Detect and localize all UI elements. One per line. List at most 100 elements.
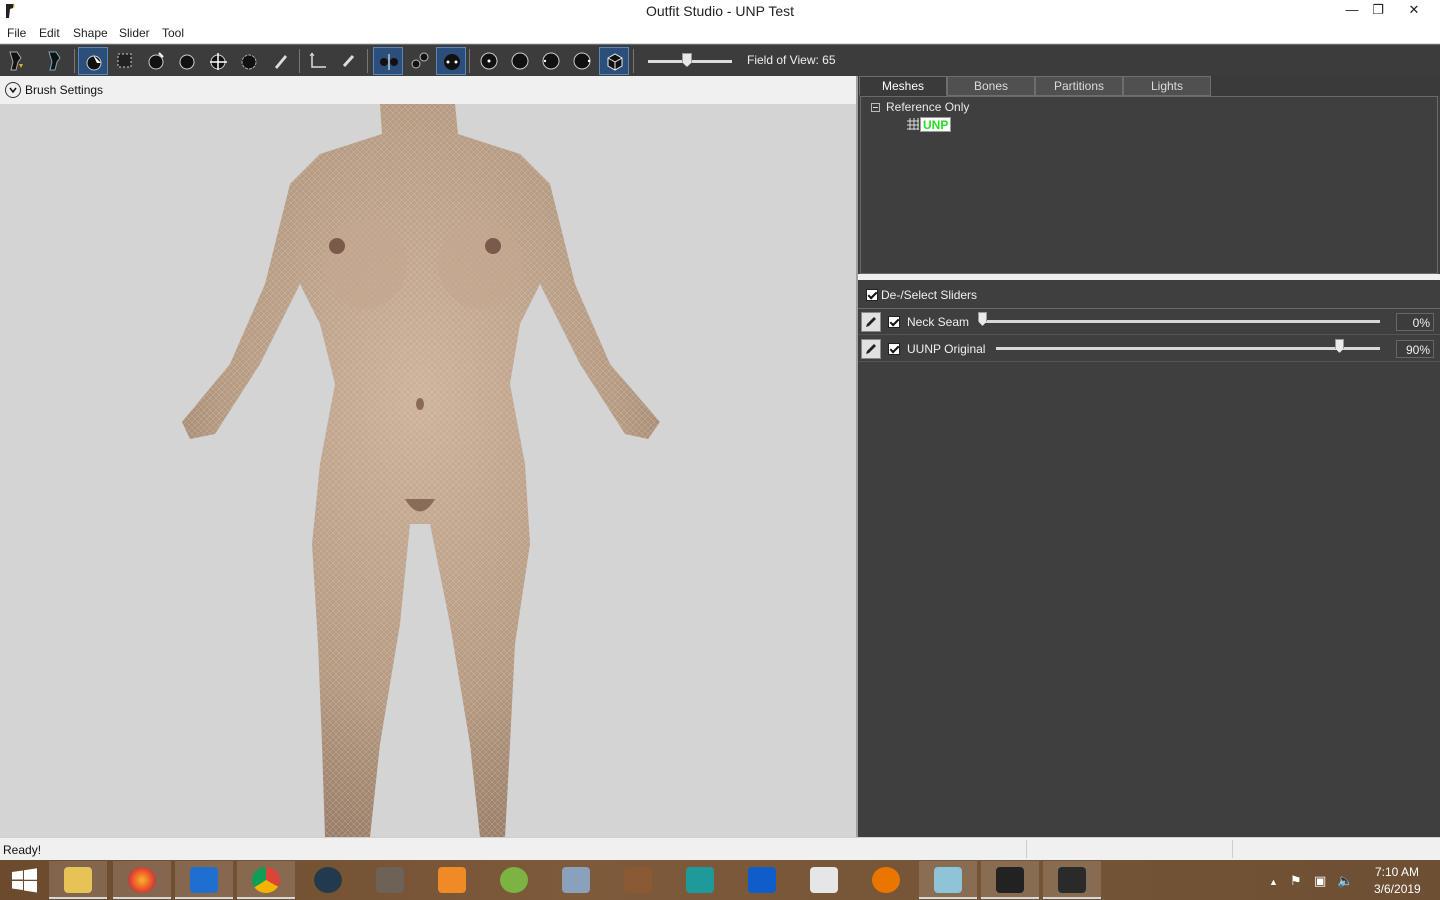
- firefox-icon: [128, 867, 156, 893]
- network-icon[interactable]: ▣: [1314, 873, 1326, 889]
- android-studio-icon: [500, 867, 528, 893]
- taskbar-3ds-max[interactable]: [671, 861, 729, 899]
- tree-collapse-toggle[interactable]: [871, 103, 880, 112]
- action-center-flag-icon[interactable]: ⚑: [1290, 873, 1302, 889]
- weight-view-button[interactable]: [567, 47, 597, 75]
- slider-header: De-/Select Sliders: [858, 281, 1440, 309]
- taskbar-nifskope[interactable]: [919, 861, 977, 899]
- tab-partitions[interactable]: Partitions: [1035, 76, 1123, 96]
- mesh-grid-icon: [907, 118, 919, 130]
- outfit-studio-icon: [996, 867, 1024, 893]
- taskbar-anvil[interactable]: [609, 861, 667, 899]
- deflate-brush-button[interactable]: [172, 47, 202, 75]
- taskbar-windows-defender[interactable]: [175, 861, 233, 899]
- tree-mesh-item[interactable]: UNP: [920, 117, 952, 132]
- tab-lights[interactable]: Lights: [1123, 76, 1211, 96]
- start-icon: [12, 868, 37, 893]
- taskbar-android-studio[interactable]: [485, 861, 543, 899]
- field-of-view-slider[interactable]: [646, 47, 734, 75]
- mask-brush-button[interactable]: [110, 47, 140, 75]
- menu-file[interactable]: File: [7, 26, 26, 40]
- menu-slider[interactable]: Slider: [119, 26, 150, 40]
- blender-icon: [872, 867, 900, 893]
- menu-edit[interactable]: Edit: [39, 26, 60, 40]
- taskbar-blender[interactable]: [857, 861, 915, 899]
- wireframe-icon: [480, 52, 498, 70]
- slider-track[interactable]: [980, 320, 1380, 323]
- taskbar-media-player[interactable]: [423, 861, 481, 899]
- system-tray: ▲ ⚑ ▣ 🔈 7:10 AM 3/6/2019: [1262, 860, 1440, 900]
- brush-settings-toggle[interactable]: [5, 82, 21, 98]
- smooth-brush-button[interactable]: [234, 47, 264, 75]
- status-bar: Ready!: [0, 837, 1440, 860]
- texture-button[interactable]: [599, 47, 629, 75]
- weight-brush-button[interactable]: [266, 47, 296, 75]
- taskbar-chrome[interactable]: [237, 861, 295, 899]
- transform-button[interactable]: [303, 47, 333, 75]
- volume-icon[interactable]: 🔈: [1337, 873, 1353, 889]
- close-button[interactable]: ✕: [1397, 0, 1431, 21]
- connected-only-icon: [411, 52, 429, 69]
- slider-row: UUNP Original 90%: [858, 336, 1440, 362]
- slider-enable-checkbox[interactable]: [888, 316, 900, 328]
- toolbar-separator: [299, 49, 300, 73]
- taskbar-outfit-studio[interactable]: [981, 861, 1039, 899]
- workspace-shape-button[interactable]: [41, 47, 71, 75]
- menu-shape[interactable]: Shape: [73, 26, 108, 40]
- tab-bones[interactable]: Bones: [947, 76, 1035, 96]
- tab-meshes[interactable]: Meshes: [859, 76, 947, 96]
- taskbar-firefox[interactable]: [113, 861, 171, 899]
- taskbar-outfit-studio-2[interactable]: [1043, 861, 1101, 899]
- mask-view-button[interactable]: [536, 47, 566, 75]
- inflate-brush-icon: [148, 52, 164, 70]
- taskbar-mb-tool[interactable]: [795, 861, 853, 899]
- slider-value-field[interactable]: 90%: [1396, 340, 1434, 358]
- tray-expand-icon[interactable]: ▲: [1269, 877, 1278, 887]
- slider-enable-checkbox[interactable]: [888, 343, 900, 355]
- lighting-button[interactable]: [505, 47, 535, 75]
- slider-thumb[interactable]: [1335, 339, 1344, 353]
- slider-thumb[interactable]: [978, 312, 987, 326]
- start-button[interactable]: [0, 860, 48, 900]
- select-all-sliders-label[interactable]: De-/Select Sliders: [881, 288, 977, 302]
- wireframe-button[interactable]: [474, 47, 504, 75]
- slider-edit-button[interactable]: [861, 312, 881, 332]
- smooth-brush-icon: [241, 54, 257, 70]
- virtualbox-icon: [562, 867, 590, 893]
- 3d-viewport[interactable]: [0, 104, 856, 837]
- slider-value-field[interactable]: 0%: [1396, 313, 1434, 331]
- taskbar-gimp[interactable]: [361, 861, 419, 899]
- taskbar-camera[interactable]: [299, 861, 357, 899]
- panel-splitter[interactable]: [858, 274, 1440, 280]
- restore-button[interactable]: ❐: [1361, 0, 1395, 21]
- tree-root-label[interactable]: Reference Only: [886, 100, 969, 114]
- global-collision-button[interactable]: [436, 47, 466, 75]
- select-brush-button[interactable]: [78, 47, 108, 75]
- mesh-tree[interactable]: Reference Only UNP: [860, 96, 1438, 274]
- slider-edit-button[interactable]: [861, 339, 881, 359]
- pencil-icon: [866, 344, 876, 354]
- field-of-view-thumb[interactable]: [682, 53, 692, 67]
- right-panel: Meshes Bones Partitions Lights Reference…: [858, 76, 1440, 837]
- taskbar-virtualbox[interactable]: [547, 861, 605, 899]
- taskbar-teamviewer[interactable]: [733, 861, 791, 899]
- clock-time[interactable]: 7:10 AM: [1375, 865, 1419, 879]
- reference-shape-button[interactable]: [3, 47, 33, 75]
- brush-settings-label[interactable]: Brush Settings: [25, 83, 103, 97]
- mb-tool-icon: [810, 867, 838, 893]
- slider-track[interactable]: [996, 347, 1380, 350]
- toolbar-separator: [367, 49, 368, 73]
- inflate-brush-button[interactable]: [141, 47, 171, 75]
- weight-brush-icon: [275, 55, 287, 69]
- mask-view-icon: [542, 52, 560, 70]
- move-brush-button[interactable]: [203, 47, 233, 75]
- taskbar-file-explorer[interactable]: [49, 861, 107, 899]
- chevron-down-icon: [9, 87, 17, 94]
- pivot-button[interactable]: [334, 47, 364, 75]
- symmetry-x-icon: [380, 54, 398, 70]
- select-all-sliders-checkbox[interactable]: [866, 289, 878, 301]
- symmetry-x-button[interactable]: [373, 47, 403, 75]
- clock-date[interactable]: 3/6/2019: [1374, 882, 1421, 896]
- connected-only-button[interactable]: [405, 47, 435, 75]
- menu-tool[interactable]: Tool: [162, 26, 184, 40]
